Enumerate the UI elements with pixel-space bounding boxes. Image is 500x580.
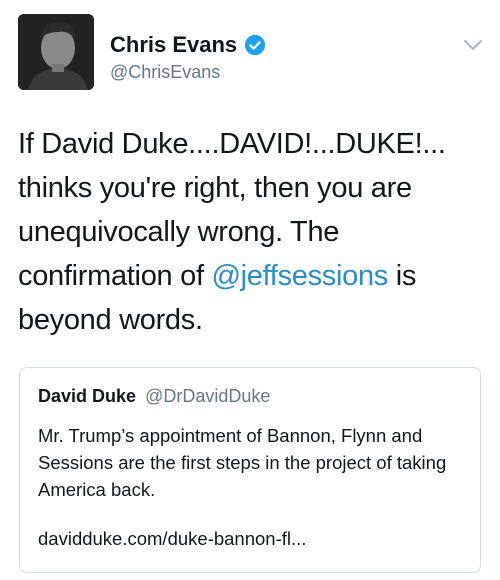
quoted-tweet-card[interactable]: David Duke @DrDavidDuke Mr. Trump’s appo… <box>19 367 481 573</box>
quoted-author-name: David Duke <box>38 386 137 406</box>
name-row: Chris Evans <box>110 32 266 58</box>
author-display-name[interactable]: Chris Evans <box>110 32 237 58</box>
avatar[interactable] <box>18 14 94 90</box>
chevron-down-icon[interactable] <box>462 38 484 52</box>
quoted-tweet-header: David Duke @DrDavidDuke <box>38 386 270 407</box>
avatar-photo <box>18 14 94 90</box>
verified-badge-icon <box>245 34 266 56</box>
quoted-tweet-link[interactable]: davidduke.com/duke-bannon-fl... <box>38 528 306 550</box>
author-handle[interactable]: @ChrisEvans <box>110 62 220 83</box>
quoted-author-handle: @DrDavidDuke <box>145 386 271 406</box>
tweet-text: If David Duke....DAVID!...DUKE!... think… <box>18 122 486 342</box>
quoted-tweet-text: Mr. Trump’s appointment of Bannon, Flynn… <box>38 425 447 500</box>
tweet-header: Chris Evans @ChrisEvans <box>18 14 486 94</box>
mention-link[interactable]: @jeffsessions <box>211 260 388 292</box>
